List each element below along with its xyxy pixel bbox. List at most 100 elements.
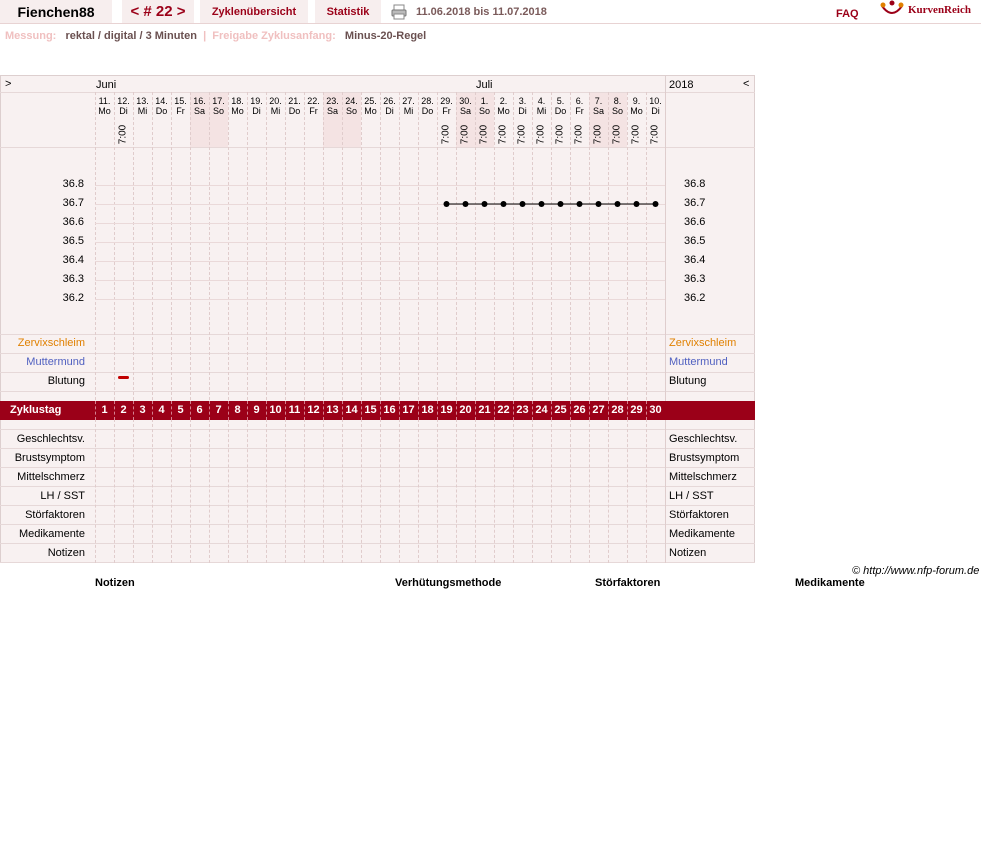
cycle-chart: 36.8 36.8 36.7 36.7 36.6 36.6 36.5 36.5 36.4 36.4…: [0, 75, 755, 563]
cycle-day-number[interactable]: 30: [646, 401, 665, 419]
bottom-row-label: LH / SST: [40, 490, 85, 502]
day-gridline: [608, 419, 609, 563]
bottom-row-label-right: Geschlechtsv.: [669, 433, 738, 445]
temperature-point[interactable]: [538, 201, 545, 207]
day-gridline: [266, 419, 267, 563]
temp-tick-right: 36.7: [684, 197, 706, 209]
day-gridline: [513, 419, 514, 563]
cycle-day-number[interactable]: 15: [361, 401, 380, 419]
temperature-point[interactable]: [595, 201, 602, 207]
temperature-point[interactable]: [443, 201, 450, 207]
bottom-row-label-right: Notizen: [669, 547, 707, 559]
day-gridline: [361, 419, 362, 563]
cycle-day-number[interactable]: 25: [551, 401, 570, 419]
temperature-point[interactable]: [633, 201, 640, 207]
cycle-day-number[interactable]: 11: [285, 401, 304, 419]
temperature-point[interactable]: [500, 201, 507, 207]
header-divider: [0, 23, 981, 24]
day-gridline: [646, 419, 647, 563]
cycle-day-number[interactable]: 4: [152, 401, 171, 419]
date-range: 11.06.2018 bis 11.07.2018: [416, 6, 547, 18]
printer-icon[interactable]: [391, 4, 407, 20]
cycle-day-number[interactable]: 2: [114, 401, 133, 419]
day-gridline: [532, 419, 533, 563]
cycle-day-number[interactable]: 14: [342, 401, 361, 419]
day-gridline: [152, 419, 153, 563]
cycle-day-number[interactable]: 8: [228, 401, 247, 419]
day-gridline: [190, 419, 191, 563]
cycle-day-number[interactable]: 16: [380, 401, 399, 419]
temperature-point[interactable]: [576, 201, 583, 207]
footer-medication: Medikamente: [795, 577, 865, 589]
day-gridline: [627, 419, 628, 563]
cycle-day-number[interactable]: 22: [494, 401, 513, 419]
logo-icon[interactable]: [880, 0, 904, 20]
day-gridline: [342, 419, 343, 563]
day-gridline: [494, 419, 495, 563]
temp-tick-right: 36.8: [684, 178, 706, 190]
day-gridline: [228, 419, 229, 563]
cycle-day-number[interactable]: 17: [399, 401, 418, 419]
release-value: Minus-20-Regel: [344, 30, 427, 42]
cervical-mucus-label: Zervixschleim: [17, 337, 85, 349]
cycle-day-number[interactable]: 10: [266, 401, 285, 419]
bottom-row-label: Mittelschmerz: [17, 471, 85, 483]
day-gridline: [589, 419, 590, 563]
bleeding-marker[interactable]: [118, 376, 129, 379]
cycle-day-number[interactable]: 18: [418, 401, 437, 419]
cycle-day-number[interactable]: 27: [589, 401, 608, 419]
temperature-point[interactable]: [652, 201, 659, 207]
cycle-day-number[interactable]: 12: [304, 401, 323, 419]
cycle-day-number[interactable]: 5: [171, 401, 190, 419]
cycle-day-number[interactable]: 1: [95, 401, 114, 419]
faq-link[interactable]: FAQ: [836, 4, 859, 24]
cycle-day-number[interactable]: 21: [475, 401, 494, 419]
tab-cycle-overview[interactable]: Zyklenübersicht: [200, 0, 308, 24]
cycle-day-number[interactable]: 13: [323, 401, 342, 419]
tab-statistics[interactable]: Statistik: [315, 0, 381, 24]
cycle-nav[interactable]: < # 22 >: [122, 0, 194, 24]
cycle-day-number[interactable]: 6: [190, 401, 209, 419]
temp-tick-right: 36.5: [684, 235, 706, 247]
day-gridline: [209, 419, 210, 563]
cycle-day-number[interactable]: 26: [570, 401, 589, 419]
day-gridline: [304, 419, 305, 563]
logo-text[interactable]: KurvenReich: [908, 4, 971, 16]
cycle-day-number[interactable]: 3: [133, 401, 152, 419]
day-gridline: [475, 419, 476, 563]
bottom-row-label-right: LH / SST: [669, 490, 714, 502]
bottom-row-label: Störfaktoren: [25, 509, 85, 521]
temperature-point[interactable]: [481, 201, 488, 207]
temperature-point[interactable]: [557, 201, 564, 207]
day-gridline: [133, 419, 134, 563]
cycle-day-number[interactable]: 29: [627, 401, 646, 419]
temperature-point[interactable]: [462, 201, 469, 207]
cycle-day-number[interactable]: 23: [513, 401, 532, 419]
day-gridline: [665, 419, 666, 563]
next-arrow[interactable]: <: [743, 78, 749, 90]
cycle-day-label: Zyklustag: [10, 404, 62, 416]
day-gridline: [285, 419, 286, 563]
day-gridline: [380, 419, 381, 563]
cycle-day-number[interactable]: 20: [456, 401, 475, 419]
cervix-label-right: Muttermund: [669, 356, 728, 368]
temperature-point[interactable]: [614, 201, 621, 207]
cycle-day-number[interactable]: 28: [608, 401, 627, 419]
separator: |: [203, 30, 207, 42]
temperature-point[interactable]: [519, 201, 526, 207]
day-gridline: [95, 419, 96, 563]
bleeding-label-right: Blutung: [669, 375, 707, 387]
day-gridline: [551, 419, 552, 563]
year-label: 2018: [669, 79, 694, 91]
cycle-day-number[interactable]: 24: [532, 401, 551, 419]
measurement-value: rektal / digital / 3 Minuten: [65, 30, 197, 42]
bleeding-label: Blutung: [47, 375, 85, 387]
bottom-row-label-right: Mittelschmerz: [669, 471, 737, 483]
username[interactable]: Fienchen88: [0, 0, 112, 24]
cycle-day-number[interactable]: 7: [209, 401, 228, 419]
release-label: Freigabe Zyklusanfang:: [212, 30, 336, 42]
day-gridline: [171, 419, 172, 563]
footer-notes: Notizen: [95, 577, 135, 589]
cycle-day-number[interactable]: 9: [247, 401, 266, 419]
cycle-day-number[interactable]: 19: [437, 401, 456, 419]
